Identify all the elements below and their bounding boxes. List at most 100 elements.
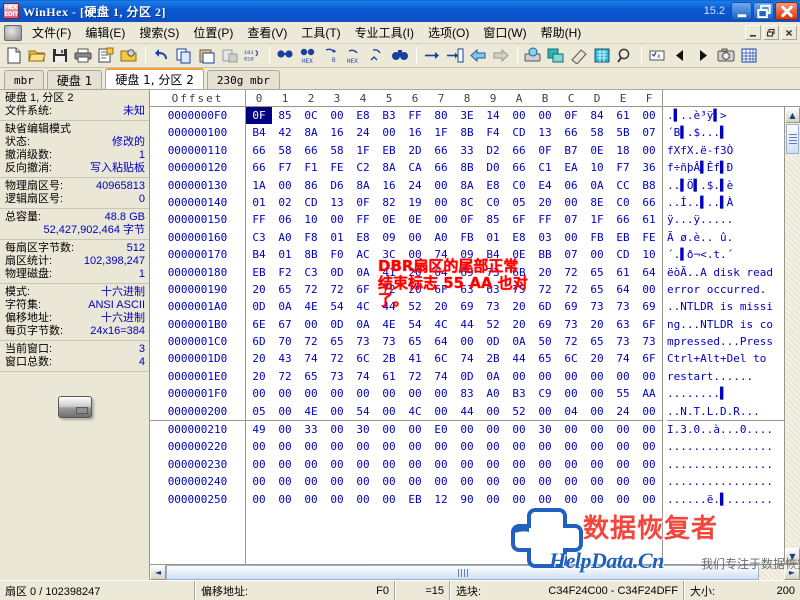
hex-row[interactable]: 6D 70 72 65 73 73 65 64 00 0D 0A 50 72 65 73 73 <box>246 333 662 350</box>
hex-byte[interactable]: 00 <box>350 491 376 508</box>
hex-byte[interactable]: 10 <box>298 211 324 228</box>
hex-byte[interactable]: 00 <box>298 456 324 473</box>
hex-byte[interactable]: 00 <box>480 438 506 455</box>
binoculars-button[interactable] <box>389 45 411 66</box>
open-disk-button[interactable] <box>118 45 140 66</box>
hex-byte[interactable]: 63 <box>454 281 480 298</box>
hex-byte[interactable]: 69 <box>636 298 662 315</box>
hex-byte[interactable]: 72 <box>532 281 558 298</box>
hex-byte[interactable]: 20 <box>246 368 272 385</box>
hex-byte[interactable]: 61 <box>636 211 662 228</box>
hex-byte[interactable]: 00 <box>454 333 480 350</box>
hex-byte[interactable]: 6F <box>428 281 454 298</box>
hex-byte[interactable]: A0 <box>480 385 506 402</box>
horizontal-scrollbar[interactable]: ◄ ► <box>150 564 800 580</box>
hex-byte[interactable]: 58 <box>324 142 350 159</box>
hex-byte[interactable]: 0A <box>350 264 376 281</box>
hex-byte[interactable]: F7 <box>272 159 298 176</box>
convert-button[interactable]: 101 010 <box>242 45 264 66</box>
hex-byte[interactable]: 84 <box>584 107 610 124</box>
hex-byte[interactable]: 73 <box>610 298 636 315</box>
hex-byte[interactable]: 09 <box>376 229 402 246</box>
hex-byte[interactable]: 42 <box>272 124 298 141</box>
hex-byte[interactable]: 01 <box>324 229 350 246</box>
hex-byte[interactable]: B4 <box>246 124 272 141</box>
hex-byte[interactable]: 0C <box>298 107 324 124</box>
hex-canvas[interactable]: 0000000F0 000000100 000000110 000000120 0000… <box>150 107 784 564</box>
hex-row[interactable]: 49 00 33 00 30 00 00 E0 00 00 00 30 00 00 00 00 <box>246 421 662 438</box>
hex-byte[interactable]: 4C <box>428 316 454 333</box>
hex-byte[interactable]: 00 <box>324 385 350 402</box>
tab-disk-1-part-2[interactable]: 硬盘 1, 分区 2 <box>105 68 204 89</box>
hex-byte[interactable]: 63 <box>480 281 506 298</box>
hex-byte[interactable]: 73 <box>350 333 376 350</box>
hex-byte[interactable]: F0 <box>324 246 350 263</box>
hex-byte[interactable]: E8 <box>480 177 506 194</box>
menu-tools[interactable]: 工具(T) <box>294 22 347 43</box>
hex-byte[interactable]: 2D <box>402 142 428 159</box>
hex-byte[interactable]: 00 <box>480 491 506 508</box>
hex-byte[interactable]: 24 <box>402 177 428 194</box>
hex-byte[interactable]: 00 <box>636 491 662 508</box>
ascii-row[interactable]: I.3.0..à...0.... <box>667 421 784 438</box>
table-button[interactable] <box>738 45 760 66</box>
hex-byte[interactable]: 80 <box>428 107 454 124</box>
vertical-scrollbar[interactable]: ▲ ▼ <box>784 107 800 564</box>
hex-byte[interactable]: A0 <box>428 229 454 246</box>
hex-byte[interactable]: 0F <box>350 194 376 211</box>
hex-bytes-column[interactable]: 0F 85 0C 00 E8 B3 FF 80 3E 14 00 00 0F 84 61 00 B4 42 8A 16… <box>246 107 663 564</box>
hex-byte[interactable]: 00 <box>402 473 428 490</box>
hex-byte[interactable]: 20 <box>584 350 610 367</box>
hex-byte[interactable]: C1 <box>532 159 558 176</box>
hex-byte[interactable]: 00 <box>428 403 454 420</box>
hex-byte[interactable]: 8A <box>298 124 324 141</box>
hex-byte[interactable]: 00 <box>272 385 298 402</box>
hex-byte[interactable]: 55 <box>610 385 636 402</box>
hex-byte[interactable]: 52 <box>506 403 532 420</box>
scroll-right-button[interactable]: ► <box>784 565 800 580</box>
hex-byte[interactable]: 00 <box>324 491 350 508</box>
hex-byte[interactable]: 2B <box>480 350 506 367</box>
hex-byte[interactable]: 44 <box>506 350 532 367</box>
hex-byte[interactable]: C9 <box>532 385 558 402</box>
hex-byte[interactable]: 6C <box>558 350 584 367</box>
hex-byte[interactable]: 13 <box>324 194 350 211</box>
hex-byte[interactable]: C2 <box>350 159 376 176</box>
hex-byte[interactable]: 73 <box>584 298 610 315</box>
hex-byte[interactable]: 03 <box>532 229 558 246</box>
hex-byte[interactable]: F4 <box>480 124 506 141</box>
hex-byte[interactable]: 00 <box>506 421 532 438</box>
hex-byte[interactable]: 6C <box>350 350 376 367</box>
hex-byte[interactable]: 00 <box>298 316 324 333</box>
hex-byte[interactable]: FB <box>584 229 610 246</box>
hex-byte[interactable]: 43 <box>272 350 298 367</box>
hex-byte[interactable]: 00 <box>506 473 532 490</box>
hex-byte[interactable]: EB <box>376 142 402 159</box>
hex-byte[interactable]: CD <box>298 194 324 211</box>
hex-byte[interactable]: 72 <box>402 368 428 385</box>
hex-byte[interactable]: 73 <box>480 264 506 281</box>
hex-byte[interactable]: 0A <box>350 316 376 333</box>
hex-byte[interactable]: 73 <box>636 333 662 350</box>
hex-byte[interactable]: 72 <box>558 281 584 298</box>
hex-byte[interactable]: 74 <box>454 350 480 367</box>
hex-byte[interactable]: 4E <box>376 316 402 333</box>
vertical-scroll-thumb[interactable] <box>786 124 799 154</box>
hex-byte[interactable]: 3E <box>454 107 480 124</box>
hex-byte[interactable]: 00 <box>402 385 428 402</box>
hex-byte[interactable]: B3 <box>506 385 532 402</box>
hex-byte[interactable]: FF <box>246 211 272 228</box>
hex-byte[interactable]: 6B <box>506 264 532 281</box>
find-hex-button[interactable]: HEX <box>297 45 319 66</box>
hex-byte[interactable]: D6 <box>324 177 350 194</box>
hex-byte[interactable]: 00 <box>480 421 506 438</box>
hex-byte[interactable]: 00 <box>532 438 558 455</box>
hex-byte[interactable]: 85 <box>272 107 298 124</box>
hex-byte[interactable]: 72 <box>324 281 350 298</box>
hex-byte[interactable]: 00 <box>558 438 584 455</box>
hex-byte[interactable]: 00 <box>324 456 350 473</box>
hex-byte[interactable]: 00 <box>610 456 636 473</box>
hex-byte[interactable]: 00 <box>636 281 662 298</box>
hex-byte[interactable]: 65 <box>402 333 428 350</box>
hex-byte[interactable]: 00 <box>428 177 454 194</box>
